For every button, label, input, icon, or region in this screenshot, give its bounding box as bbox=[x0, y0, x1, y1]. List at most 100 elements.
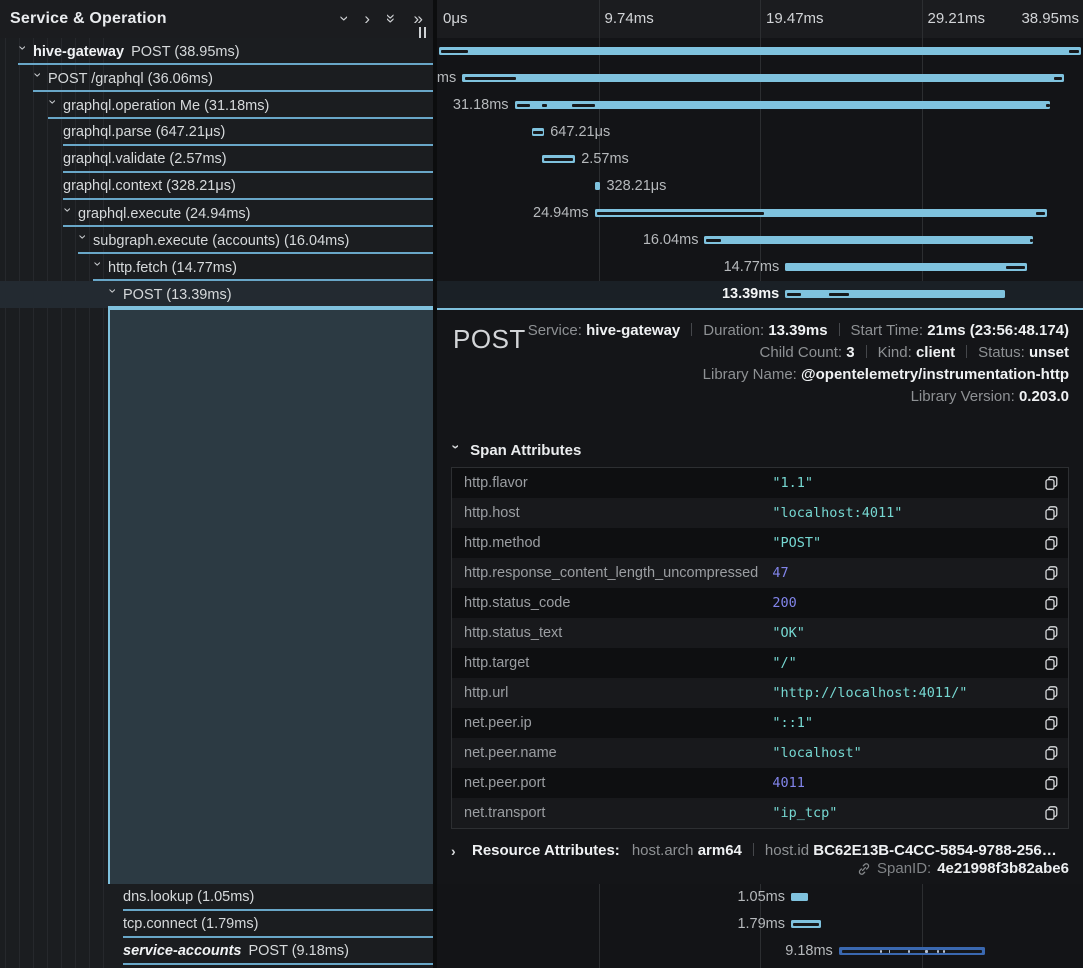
span-bar-row[interactable]: 16.04ms bbox=[437, 227, 1083, 254]
span-tree-row[interactable]: graphql.context (328.21μs) bbox=[0, 173, 433, 200]
axis-tick-label: 29.21ms bbox=[928, 0, 986, 38]
attribute-value: "localhost" bbox=[772, 745, 1045, 761]
span-duration-bar[interactable] bbox=[839, 947, 986, 955]
attribute-row: net.peer.name"localhost" bbox=[452, 738, 1068, 768]
collapse-all-icon[interactable]: » bbox=[383, 13, 400, 22]
span-duration-bar[interactable] bbox=[532, 128, 544, 136]
copy-icon[interactable] bbox=[1045, 806, 1058, 820]
span-attributes-section-toggle[interactable]: › Span Attributes bbox=[451, 442, 1069, 459]
chevron-down-icon[interactable]: › bbox=[56, 208, 82, 219]
chevron-down-icon[interactable]: › bbox=[86, 262, 112, 273]
chevron-down-icon[interactable]: › bbox=[101, 289, 127, 300]
span-id-value: 4e21998f3b82abe6 bbox=[937, 860, 1069, 877]
span-bar-row[interactable]: 31.18ms bbox=[437, 92, 1083, 119]
child-span-mark bbox=[597, 212, 764, 215]
link-icon[interactable] bbox=[857, 862, 871, 876]
span-tree-row[interactable]: graphql.validate (2.57ms) bbox=[0, 146, 433, 173]
span-tree-row[interactable]: ›subgraph.execute (accounts) (16.04ms) bbox=[0, 227, 433, 254]
span-tree-row[interactable]: ›graphql.execute (24.94ms) bbox=[0, 200, 433, 227]
service-name: hive-gateway bbox=[33, 44, 124, 60]
span-bar-row[interactable]: 647.21μs bbox=[437, 119, 1083, 146]
span-bar-row[interactable]: 328.21μs bbox=[437, 173, 1083, 200]
collapse-one-icon[interactable]: › bbox=[336, 15, 353, 21]
span-bar-row[interactable]: 14.77ms bbox=[437, 254, 1083, 281]
meta-label: Library Version: bbox=[911, 388, 1019, 405]
attribute-value: "POST" bbox=[772, 535, 1045, 551]
chevron-down-icon[interactable]: › bbox=[11, 46, 37, 57]
operation-label: subgraph.execute (accounts) (16.04ms) bbox=[93, 233, 349, 249]
span-overview-meta: Service: hive-gatewayDuration: 13.39msSt… bbox=[451, 320, 1069, 408]
attribute-row: http.response_content_length_uncompresse… bbox=[452, 558, 1068, 588]
operation-label: POST /graphql (36.06ms) bbox=[48, 71, 213, 87]
span-tree-row[interactable]: ›hive-gatewayPOST (38.95ms) bbox=[0, 38, 433, 65]
span-duration-label: 328.21μs bbox=[600, 173, 666, 200]
operation-label: tcp.connect (1.79ms) bbox=[123, 916, 258, 932]
span-duration-label: 1.05ms bbox=[737, 884, 791, 911]
span-bar-row[interactable] bbox=[437, 38, 1083, 65]
copy-icon[interactable] bbox=[1045, 626, 1058, 640]
child-span-tick bbox=[880, 950, 882, 953]
meta-value: 13.39ms bbox=[768, 322, 827, 339]
meta-value: hive-gateway bbox=[586, 322, 680, 339]
span-duration-label: 1.79ms bbox=[737, 911, 791, 938]
span-id-label: SpanID: bbox=[877, 860, 931, 877]
child-span-mark bbox=[533, 131, 543, 134]
copy-icon[interactable] bbox=[1045, 746, 1058, 760]
chevron-down-icon[interactable]: › bbox=[41, 100, 67, 111]
span-duration-bar[interactable] bbox=[462, 74, 1064, 82]
span-duration-bar[interactable] bbox=[785, 290, 1005, 298]
copy-icon[interactable] bbox=[1045, 566, 1058, 580]
copy-icon[interactable] bbox=[1045, 596, 1058, 610]
chevron-right-icon: › bbox=[451, 843, 462, 859]
span-tree-row[interactable]: dns.lookup (1.05ms) bbox=[0, 884, 433, 911]
chevron-down-icon[interactable]: › bbox=[26, 73, 52, 84]
span-tree-row[interactable]: ›http.fetch (14.77ms) bbox=[0, 254, 433, 281]
span-attributes-table: http.flavor"1.1"http.host"localhost:4011… bbox=[451, 467, 1069, 829]
attribute-key: http.response_content_length_uncompresse… bbox=[452, 565, 772, 581]
meta-label: Kind: bbox=[878, 344, 916, 361]
copy-icon[interactable] bbox=[1045, 686, 1058, 700]
span-tree-row[interactable]: graphql.parse (647.21μs) bbox=[0, 119, 433, 146]
resource-attributes-row[interactable]: › Resource Attributes: host.arch arm64ho… bbox=[451, 842, 1069, 859]
operation-label: POST (9.18ms) bbox=[248, 943, 348, 959]
expand-one-icon[interactable]: › bbox=[364, 10, 370, 27]
span-duration-bar[interactable] bbox=[542, 155, 576, 163]
attribute-row: http.status_code200 bbox=[452, 588, 1068, 618]
span-tree-row[interactable]: ›service-accountsPOST (9.18ms) bbox=[0, 938, 433, 965]
expand-all-icon[interactable]: » bbox=[414, 10, 423, 27]
span-bar-row[interactable]: 13.39ms bbox=[437, 281, 1083, 308]
span-duration-bar[interactable] bbox=[439, 47, 1081, 55]
span-duration-bar[interactable] bbox=[515, 101, 1051, 109]
copy-icon[interactable] bbox=[1045, 656, 1058, 670]
span-duration-bar[interactable] bbox=[791, 920, 821, 928]
panel-splitter[interactable] bbox=[433, 0, 437, 968]
copy-icon[interactable] bbox=[1045, 716, 1058, 730]
span-bar-row[interactable]: 36.06ms bbox=[437, 65, 1083, 92]
meta-value: @opentelemetry/instrumentation-http bbox=[801, 366, 1069, 383]
span-tree-row[interactable]: ›POST (13.39ms) bbox=[0, 281, 433, 308]
span-bar-row[interactable]: 2.57ms bbox=[437, 146, 1083, 173]
attribute-key: http.status_code bbox=[452, 595, 772, 611]
span-duration-bar[interactable] bbox=[704, 236, 1032, 244]
copy-icon[interactable] bbox=[1045, 776, 1058, 790]
splitter-grip-icon[interactable] bbox=[419, 27, 426, 38]
span-bar-row[interactable]: 1.79ms bbox=[437, 911, 1083, 938]
meta-divider bbox=[839, 323, 840, 336]
copy-icon[interactable] bbox=[1045, 506, 1058, 520]
span-detail-panel: POST Service: hive-gatewayDuration: 13.3… bbox=[437, 308, 1083, 884]
span-meta-line: Library Name: @opentelemetry/instrumenta… bbox=[451, 364, 1069, 386]
span-duration-bar[interactable] bbox=[785, 263, 1027, 271]
span-tree-row[interactable]: tcp.connect (1.79ms) bbox=[0, 911, 433, 938]
span-bar-row[interactable]: 24.94ms bbox=[437, 200, 1083, 227]
span-bar-row[interactable]: 9.18ms bbox=[437, 938, 1083, 965]
span-tree-row[interactable]: ›graphql.operation Me (31.18ms) bbox=[0, 92, 433, 119]
chevron-down-icon[interactable]: › bbox=[71, 235, 97, 246]
span-bar-row[interactable]: 1.05ms bbox=[437, 884, 1083, 911]
child-span-mark bbox=[465, 77, 516, 80]
span-tree-row[interactable]: ›POST /graphql (36.06ms) bbox=[0, 65, 433, 92]
copy-icon[interactable] bbox=[1045, 536, 1058, 550]
span-attributes-title: Span Attributes bbox=[470, 442, 581, 459]
span-duration-bar[interactable] bbox=[595, 209, 1047, 217]
copy-icon[interactable] bbox=[1045, 476, 1058, 490]
span-duration-bar[interactable] bbox=[791, 893, 808, 901]
